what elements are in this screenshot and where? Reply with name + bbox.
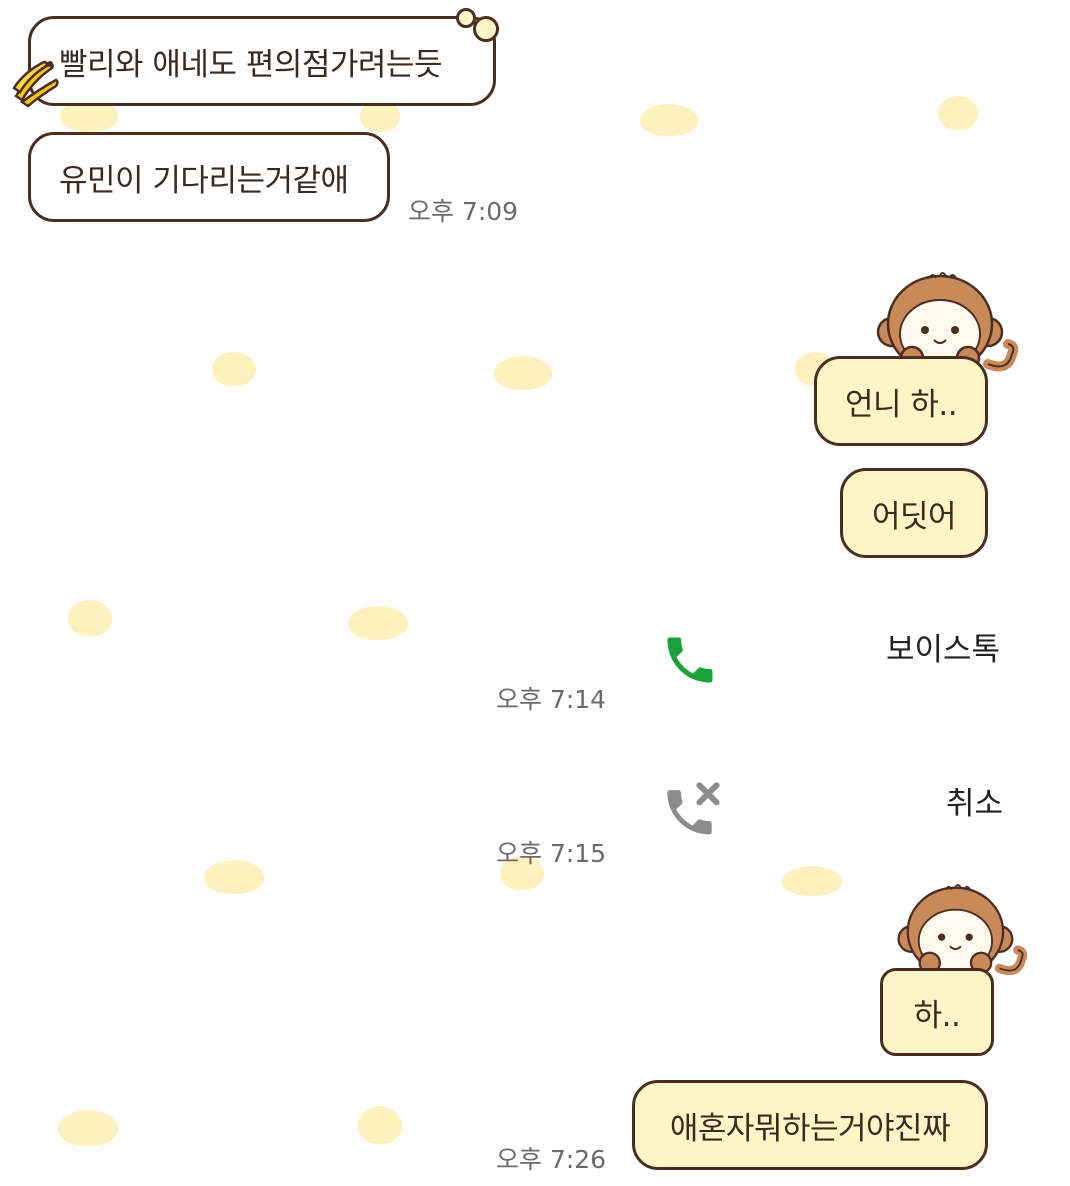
phone-icon[interactable] [660, 630, 720, 690]
wallpaper-banana [348, 606, 408, 640]
timestamp: 오후 7:09 [408, 197, 519, 226]
voice-call-label: 보이스톡 [886, 632, 1001, 668]
message-text: 애혼자뭐하는거야진짜 [669, 1110, 951, 1147]
incoming-message-bubble[interactable]: 유민이 기다리는거같애 [28, 132, 390, 222]
canceled-call-label: 취소 [946, 786, 1004, 822]
timestamp: 오후 7:15 [496, 839, 607, 868]
wallpaper-banana [212, 352, 256, 386]
incoming-message-bubble[interactable]: 빨리와 애네도 편의점가려는듯 [28, 16, 496, 106]
message-text: 언니 하.. [844, 386, 958, 423]
message-text: 빨리와 애네도 편의점가려는듯 [59, 46, 442, 83]
message-text: 하.. [913, 997, 961, 1034]
outgoing-message-bubble[interactable]: 하.. [880, 968, 994, 1056]
message-text: 어딧어 [871, 498, 957, 535]
wallpaper-banana [68, 600, 112, 636]
outgoing-message-bubble[interactable]: 어딧어 [840, 468, 988, 558]
wallpaper-banana [204, 860, 264, 894]
message-text: 유민이 기다리는거같애 [59, 162, 349, 199]
outgoing-message-bubble[interactable]: 언니 하.. [814, 356, 988, 446]
timestamp: 오후 7:26 [496, 1145, 607, 1174]
phone-cancel-icon[interactable] [660, 780, 724, 842]
wallpaper-banana [58, 1110, 118, 1146]
wallpaper-banana [782, 866, 842, 896]
wallpaper-banana [938, 96, 978, 130]
timestamp: 오후 7:14 [496, 685, 607, 714]
outgoing-message-bubble[interactable]: 애혼자뭐하는거야진짜 [632, 1080, 988, 1170]
wallpaper-banana [358, 1106, 402, 1144]
wallpaper-banana [640, 104, 698, 136]
banana-icon [12, 60, 59, 108]
wallpaper-banana [494, 356, 552, 390]
thought-dot [473, 16, 499, 42]
